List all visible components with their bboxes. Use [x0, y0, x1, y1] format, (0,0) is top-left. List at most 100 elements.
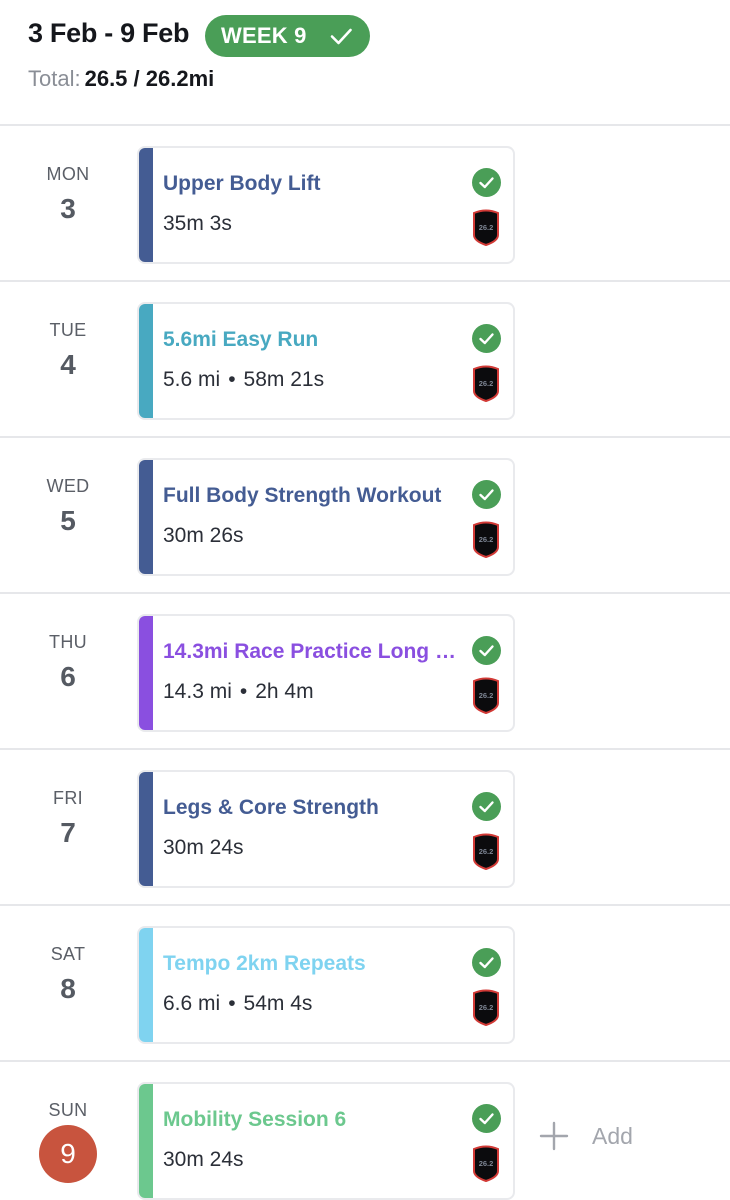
day-number: 4: [60, 349, 76, 380]
workout-stat-secondary: 2h 4m: [255, 680, 314, 703]
workout-type-bar: [139, 1084, 153, 1198]
total-label: Total:: [28, 66, 81, 91]
day-label: THU 6: [18, 632, 118, 693]
badge-text: 26.2: [479, 535, 494, 544]
workout-stats: 5.6 mi • 58m 21s: [163, 368, 324, 392]
day-of-week: FRI: [53, 788, 83, 808]
workout-type-bar: [139, 148, 153, 262]
workout-card[interactable]: Upper Body Lift 35m 3s 26.2: [137, 146, 515, 264]
workout-stats: 30m 26s: [163, 524, 244, 548]
check-circle-icon: [472, 324, 501, 353]
check-circle-icon: [472, 1104, 501, 1133]
day-number: 5: [60, 505, 76, 536]
workout-stats: 6.6 mi • 54m 4s: [163, 992, 312, 1016]
stat-separator: •: [228, 992, 236, 1015]
check-circle-icon: [472, 168, 501, 197]
day-row: MON 3 Upper Body Lift 35m 3s 26.2: [0, 124, 730, 280]
marathon-shield-icon: 26.2: [473, 1145, 499, 1182]
workout-type-bar: [139, 928, 153, 1042]
week-status-pill[interactable]: WEEK 9: [205, 15, 370, 57]
marathon-shield-icon: 26.2: [473, 365, 499, 402]
workout-card[interactable]: 14.3mi Race Practice Long Run 14.3 mi • 2h…: [137, 614, 515, 732]
stat-separator: •: [228, 368, 236, 391]
date-range: 3 Feb - 9 Feb: [28, 18, 190, 48]
marathon-shield-icon: 26.2: [473, 521, 499, 558]
badge-text: 26.2: [479, 379, 494, 388]
badge-text: 26.2: [479, 1003, 494, 1012]
marathon-shield-icon: 26.2: [473, 833, 499, 870]
workout-stats: 14.3 mi • 2h 4m: [163, 680, 314, 704]
day-number: 7: [60, 817, 76, 848]
day-row: SAT 8 Tempo 2km Repeats 6.6 mi • 54m 4s 26…: [0, 904, 730, 1060]
workout-card[interactable]: Full Body Strength Workout 30m 26s 26.2: [137, 458, 515, 576]
check-circle-icon: [472, 480, 501, 509]
stat-separator: •: [239, 680, 248, 703]
week-header: 3 Feb - 9 Feb WEEK 9 Total: 26.5 / 26.2mi: [0, 0, 730, 124]
workout-title: Tempo 2km Repeats: [163, 952, 366, 975]
workout-title: Mobility Session 6: [163, 1108, 347, 1131]
day-number: 8: [60, 973, 76, 1004]
day-label: TUE 4: [18, 320, 118, 381]
workout-card[interactable]: Legs & Core Strength 30m 24s 26.2: [137, 770, 515, 888]
workout-title: Full Body Strength Workout: [163, 484, 442, 507]
workout-stat-secondary: 58m 21s: [243, 368, 325, 391]
badge-text: 26.2: [479, 1159, 494, 1168]
week-label: WEEK 9: [221, 23, 307, 48]
badge-text: 26.2: [479, 223, 494, 232]
workout-type-bar: [139, 304, 153, 418]
check-circle-icon: [472, 792, 501, 821]
marathon-shield-icon: 26.2: [473, 989, 499, 1026]
day-of-week: SAT: [50, 944, 86, 964]
workout-stat-primary: 30m 24s: [163, 1148, 244, 1171]
day-list: MON 3 Upper Body Lift 35m 3s 26.2 TUE 4: [0, 124, 730, 1200]
workout-stat-primary: 30m 24s: [163, 836, 244, 859]
day-number: 3: [60, 193, 76, 224]
workout-stat-primary: 30m 26s: [163, 524, 244, 547]
total-value: 26.5 / 26.2mi: [84, 66, 215, 91]
checkmark-icon: [330, 28, 352, 45]
day-row: SUN 9 Mobility Session 6 30m 24s 26.2 Ad…: [0, 1060, 730, 1200]
add-label: Add: [592, 1122, 633, 1149]
plus-icon: [539, 1121, 569, 1151]
add-workout-button[interactable]: Add: [538, 1120, 633, 1152]
workout-stats: 30m 24s: [163, 1148, 244, 1172]
day-label: FRI 7: [18, 788, 118, 849]
workout-title: 5.6mi Easy Run: [163, 328, 319, 351]
workout-stat-primary: 5.6 mi: [163, 368, 221, 391]
workout-title: Legs & Core Strength: [163, 796, 379, 819]
day-label: MON 3: [18, 164, 118, 225]
badge-text: 26.2: [479, 691, 494, 700]
day-row: THU 6 14.3mi Race Practice Long Run 14.3…: [0, 592, 730, 748]
day-row: FRI 7 Legs & Core Strength 30m 24s 26.2: [0, 748, 730, 904]
badge-text: 26.2: [479, 847, 494, 856]
workout-type-bar: [139, 460, 153, 574]
day-of-week: WED: [46, 476, 90, 496]
day-label: SAT 8: [18, 944, 118, 1005]
workout-card[interactable]: 5.6mi Easy Run 5.6 mi • 58m 21s 26.2: [137, 302, 515, 420]
day-of-week: TUE: [49, 320, 87, 340]
workout-stat-secondary: 54m 4s: [243, 992, 313, 1015]
workout-card[interactable]: Mobility Session 6 30m 24s 26.2: [137, 1082, 515, 1200]
day-row: WED 5 Full Body Strength Workout 30m 26s…: [0, 436, 730, 592]
workout-stat-primary: 35m 3s: [163, 212, 232, 235]
day-of-week: THU: [49, 632, 87, 652]
workout-stat-primary: 14.3 mi: [163, 680, 232, 703]
workout-type-bar: [139, 772, 153, 886]
marathon-shield-icon: 26.2: [473, 677, 499, 714]
workout-stats: 35m 3s: [163, 212, 232, 236]
workout-type-bar: [139, 616, 153, 730]
day-label: SUN 9: [18, 1100, 118, 1183]
day-of-week: MON: [46, 164, 90, 184]
workout-card[interactable]: Tempo 2km Repeats 6.6 mi • 54m 4s 26.2: [137, 926, 515, 1044]
workout-stats: 30m 24s: [163, 836, 244, 860]
weekly-total: Total: 26.5 / 26.2mi: [28, 66, 214, 92]
check-circle-icon: [472, 636, 501, 665]
day-of-week: SUN: [48, 1100, 88, 1120]
day-label: WED 5: [18, 476, 118, 537]
today-date-marker: 9: [39, 1125, 97, 1183]
day-number: 6: [60, 661, 76, 692]
workout-title: Upper Body Lift: [163, 172, 321, 195]
workout-stat-primary: 6.6 mi: [163, 992, 221, 1015]
marathon-shield-icon: 26.2: [473, 209, 499, 246]
check-circle-icon: [472, 948, 501, 977]
